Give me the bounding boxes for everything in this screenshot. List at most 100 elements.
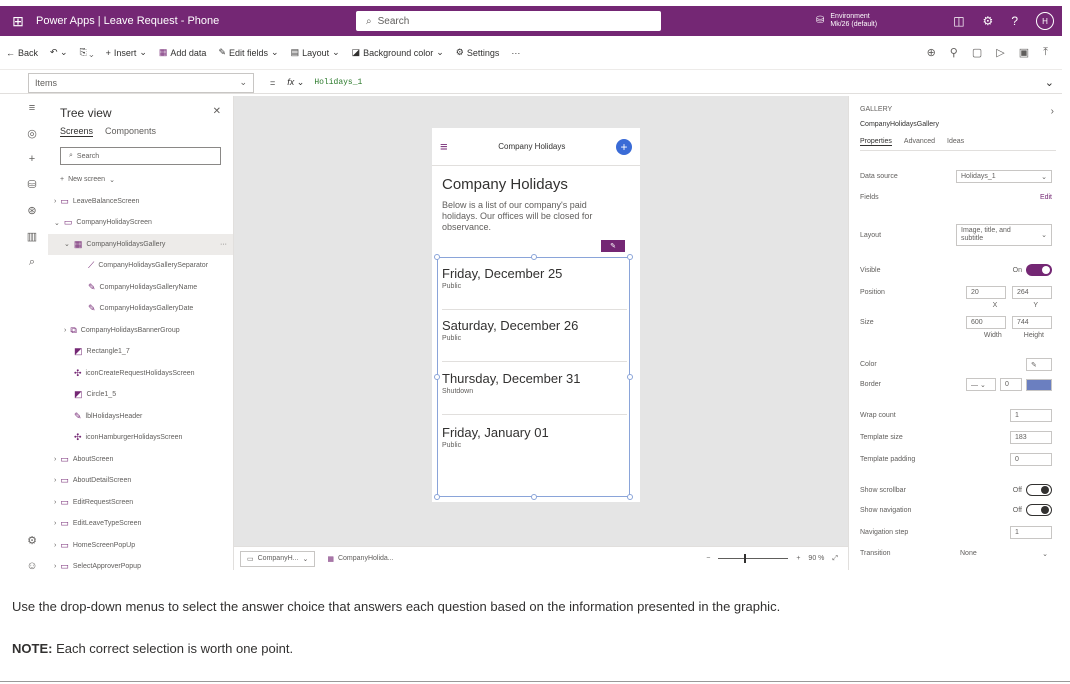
tree-node[interactable]: ⌄ ▭ CompanyHolidayScreen [48, 212, 233, 234]
resize-handle[interactable] [531, 254, 537, 260]
tab-components[interactable]: Components [105, 126, 156, 137]
tree-node[interactable]: ◩ Circle1_5 [48, 384, 233, 406]
tree-node[interactable]: ◩ Rectangle1_7 [48, 341, 233, 363]
edit-fields-button[interactable]: ✎ Edit fields ⌄ [218, 47, 278, 58]
resize-handle[interactable] [434, 254, 440, 260]
tree-node[interactable]: ✎ CompanyHolidaysGalleryDate [48, 298, 233, 320]
tree-search-input[interactable]: ⌕ Search [60, 147, 221, 165]
gallery-edit-icon[interactable]: ✎ [601, 240, 625, 252]
hamburger-icon[interactable]: ≡ [440, 139, 448, 154]
property-dropdown[interactable]: Items ⌄ [28, 72, 254, 93]
tree-node[interactable]: › ▭ AboutScreen [48, 449, 233, 471]
add-request-icon[interactable]: + [616, 138, 632, 155]
fit-to-window-icon[interactable]: ⤢ [832, 555, 838, 563]
screen-breadcrumb[interactable]: ▭ CompanyH... ⌄ [240, 550, 316, 567]
play-icon[interactable]: ▷ [996, 46, 1004, 59]
more-button[interactable]: ··· [511, 48, 520, 58]
tree-node-selected[interactable]: ⌄ ▦ CompanyHolidaysGallery ··· [48, 233, 233, 255]
tab-screens[interactable]: Screens [60, 126, 94, 137]
insert-button[interactable]: + Insert ⌄ [106, 47, 147, 58]
settings-rail-icon[interactable]: ⚙ [27, 534, 37, 547]
template-padding-input[interactable]: 0 [1010, 453, 1052, 466]
waffle-icon[interactable]: ⊞ [0, 13, 36, 30]
scrollbar-toggle[interactable] [1026, 484, 1052, 496]
resize-handle[interactable] [627, 254, 633, 260]
height-input[interactable]: 744 [1012, 316, 1052, 329]
help-icon[interactable]: ? [1011, 14, 1018, 28]
gallery-item[interactable]: Saturday, December 26 Public [442, 318, 627, 362]
tree-node[interactable]: › ▭ EditRequestScreen [48, 492, 233, 514]
data-source-dropdown[interactable]: Holidays_1 ⌄ [956, 170, 1052, 183]
resize-handle[interactable] [627, 494, 633, 500]
resize-handle[interactable] [434, 374, 440, 380]
tree-node[interactable]: › ▭ SelectApproverPopup [48, 556, 233, 578]
tree-node[interactable]: ✣ iconCreateRequestHolidaysScreen [48, 363, 233, 385]
settings-gear-icon[interactable]: ⚙ [983, 14, 994, 28]
tree-node[interactable]: ✎ lblHolidaysHeader [48, 406, 233, 428]
insert-icon[interactable]: + [29, 153, 35, 165]
tree-view-icon[interactable]: ◎ [27, 127, 37, 140]
data-icon[interactable]: ⛁ [27, 178, 36, 191]
wrap-count-input[interactable]: 1 [1010, 409, 1052, 422]
background-color-button[interactable]: ◪ Background color ⌄ [352, 47, 444, 58]
tree-node[interactable]: ✣ iconHamburgerHolidaysScreen [48, 427, 233, 449]
resize-handle[interactable] [434, 494, 440, 500]
tree-node[interactable]: › ▭ AboutDetailScreen [48, 470, 233, 492]
virtual-agent-icon[interactable]: ☺ [26, 560, 37, 572]
position-y-input[interactable]: 264 [1012, 286, 1052, 299]
comments-icon[interactable]: ▢ [972, 46, 982, 59]
search-rail-icon[interactable]: ⌕ [29, 256, 35, 269]
gallery-item[interactable]: Friday, January 01 Public [442, 425, 627, 469]
new-screen-button[interactable]: + New screen ⌄ [48, 169, 233, 191]
fx-button[interactable]: fx ⌄ [287, 77, 304, 88]
zoom-slider[interactable] [718, 554, 789, 563]
gallery-item[interactable]: Thursday, December 31 Shutdown [442, 371, 627, 415]
visible-toggle[interactable] [1026, 264, 1052, 276]
tree-node[interactable]: › ▭ HomeScreenPopUp [48, 535, 233, 557]
paste-button[interactable]: ⎘ ⌄ [80, 47, 94, 58]
edit-fields-link[interactable]: Edit [1040, 194, 1052, 201]
resize-handle[interactable] [531, 494, 537, 500]
position-x-input[interactable]: 20 [966, 286, 1006, 299]
advanced-tools-icon[interactable]: ▥ [27, 230, 37, 243]
resize-handle[interactable] [627, 374, 633, 380]
undo-button[interactable]: ↶ ⌄ [50, 47, 68, 58]
notifications-icon[interactable]: ◫ [953, 14, 964, 28]
tree-node[interactable]: ✎ CompanyHolidaysGalleryName [48, 277, 233, 299]
tree-node[interactable]: › ⧉ CompanyHolidaysBannerGroup [48, 320, 233, 342]
color-picker[interactable]: ✎ [1026, 358, 1052, 371]
share-icon[interactable]: ⚲ [950, 46, 958, 59]
zoom-out-button[interactable]: − [706, 555, 710, 562]
save-icon[interactable]: ▣ [1019, 46, 1029, 59]
transition-dropdown[interactable]: None ⌄ [956, 547, 1052, 560]
navigation-toggle[interactable] [1026, 504, 1052, 516]
gallery-item[interactable]: Friday, December 25 Public [442, 266, 627, 310]
search-box[interactable]: ⌕ Search [356, 11, 661, 31]
health-icon[interactable]: ⊕ [927, 46, 936, 59]
layout-button[interactable]: ▤ Layout ⌄ [291, 47, 340, 58]
template-size-input[interactable]: 183 [1010, 431, 1052, 444]
border-style-dropdown[interactable]: — ⌄ [966, 378, 996, 391]
border-width-input[interactable]: 0 [1000, 378, 1022, 391]
formula-input[interactable]: Holidays_1 [314, 78, 362, 87]
tab-properties[interactable]: Properties [860, 138, 892, 146]
environment-picker[interactable]: ⛁ Environment Mk/26 (default) [816, 13, 877, 29]
add-data-button[interactable]: ▦ Add data [159, 47, 207, 58]
publish-icon[interactable]: ⤒ [1043, 46, 1048, 59]
back-button[interactable]: ← Back [6, 48, 38, 58]
border-color-swatch[interactable] [1026, 378, 1052, 391]
zoom-in-button[interactable]: + [796, 555, 800, 562]
layout-dropdown[interactable]: Image, title, and subtitle ⌄ [956, 224, 1052, 246]
tree-node[interactable]: ⟋ CompanyHolidaysGallerySeparator [48, 255, 233, 277]
control-breadcrumb[interactable]: ▦ CompanyHolida... [321, 551, 399, 567]
navigation-step-input[interactable]: 1 [1010, 526, 1052, 539]
expand-formula-icon[interactable]: ⌄ [1045, 76, 1054, 89]
collapse-panel-icon[interactable]: › [1051, 106, 1054, 117]
media-icon[interactable]: ⊛ [27, 204, 36, 217]
menu-icon[interactable]: ≡ [29, 102, 35, 114]
width-input[interactable]: 600 [966, 316, 1006, 329]
tree-node[interactable]: › ▭ LeaveBalanceScreen [48, 191, 233, 213]
tab-advanced[interactable]: Advanced [904, 138, 935, 146]
tab-ideas[interactable]: Ideas [947, 138, 964, 146]
tree-node[interactable]: › ▭ EditLeaveTypeScreen [48, 513, 233, 535]
